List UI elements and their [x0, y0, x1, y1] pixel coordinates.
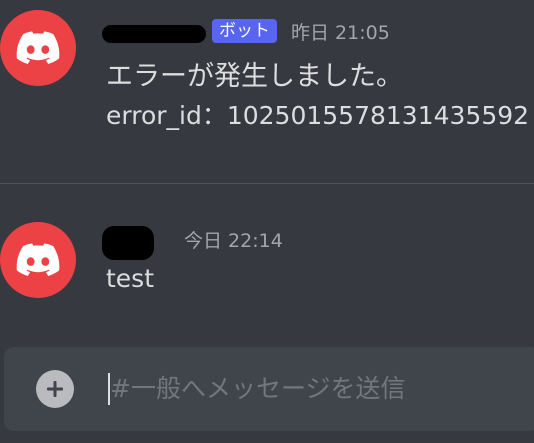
- username-redacted[interactable]: [102, 226, 154, 260]
- message-input[interactable]: [110, 365, 530, 411]
- message-text: エラーが発生しました。: [106, 61, 403, 92]
- message-header: 今日 22:14: [102, 222, 283, 260]
- message-item: 今日 22:14 test: [0, 200, 534, 330]
- username-redacted[interactable]: [102, 25, 206, 43]
- message-text: error_id：1025015578131435592: [106, 101, 530, 130]
- add-attachment-button[interactable]: [36, 370, 74, 408]
- timestamp: 昨日 21:05: [291, 21, 390, 44]
- avatar[interactable]: [0, 222, 76, 298]
- message-header: ボット 昨日 21:05: [102, 14, 390, 48]
- message-text: test: [106, 264, 155, 293]
- avatar[interactable]: [0, 10, 76, 86]
- bot-tag: ボット: [212, 19, 277, 43]
- message-composer: [4, 347, 534, 431]
- discord-logo-icon: [16, 243, 60, 276]
- divider: [0, 183, 534, 184]
- plus-icon: [47, 381, 63, 397]
- chat-view: ボット 昨日 21:05 エラーが発生しました。 error_id：102501…: [0, 0, 534, 443]
- discord-logo-icon: [16, 31, 60, 64]
- message-item: ボット 昨日 21:05 エラーが発生しました。 error_id：102501…: [0, 0, 534, 170]
- timestamp: 今日 22:14: [184, 229, 283, 252]
